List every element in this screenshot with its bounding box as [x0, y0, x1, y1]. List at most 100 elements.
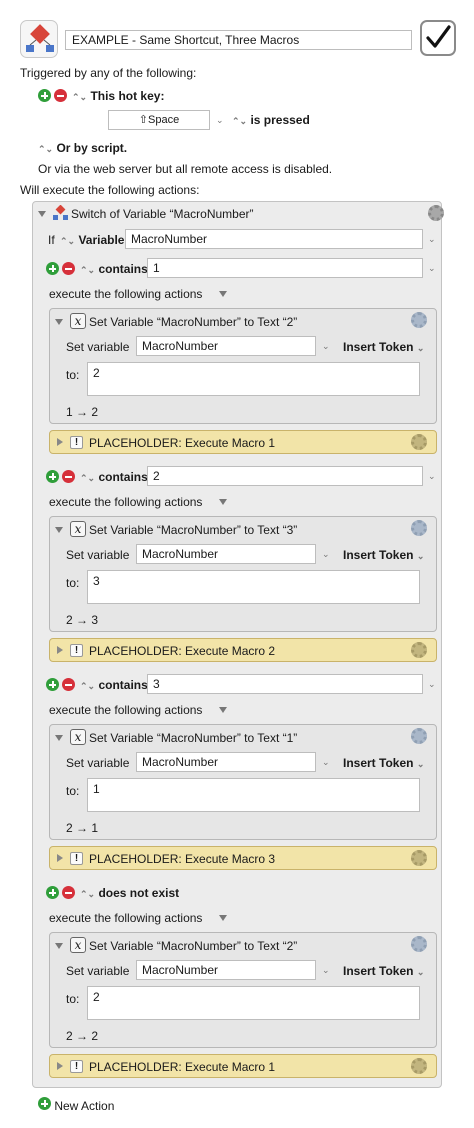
collapse-triangle-icon[interactable] [219, 499, 227, 505]
variable-icon: 𝑥 [70, 521, 86, 537]
add-case-icon[interactable] [46, 262, 59, 275]
expand-triangle-icon[interactable] [57, 438, 63, 446]
chevron-down-icon: ⌄ [416, 551, 425, 561]
warning-icon: ! [70, 852, 83, 865]
set-variable-field[interactable]: MacroNumber [136, 544, 316, 564]
expand-triangle-icon[interactable] [57, 1062, 63, 1070]
to-text-area[interactable]: 2 [87, 362, 420, 396]
case-value-field[interactable]: 2 [147, 466, 423, 486]
variable-dropdown-icon[interactable]: ⌄ [322, 341, 330, 352]
hotkey-field[interactable]: ⇧Space [108, 110, 210, 130]
stepper-icon: ⌃⌄ [80, 473, 96, 483]
variable-dropdown-icon[interactable]: ⌄ [322, 549, 330, 560]
stepper-icon: ⌃⌄ [80, 889, 96, 899]
case-value-field[interactable]: 1 [147, 258, 423, 278]
plus-icon [38, 1097, 51, 1110]
case-condition-select[interactable]: ⌃⌄ contains [80, 262, 148, 277]
stepper-icon: ⌃⌄ [232, 116, 248, 126]
set-variable-field[interactable]: MacroNumber [136, 960, 316, 980]
collapse-triangle-icon[interactable] [219, 707, 227, 713]
execute-label: execute the following actions [49, 287, 203, 301]
case-add-remove [46, 886, 76, 902]
remove-case-icon[interactable] [62, 262, 76, 275]
variable-dropdown-icon[interactable]: ⌄ [428, 234, 436, 245]
set-variable-label: Set variable [66, 756, 130, 770]
collapse-triangle-icon[interactable] [55, 319, 63, 325]
collapse-triangle-icon[interactable] [219, 291, 227, 297]
remove-case-icon[interactable] [62, 678, 76, 691]
collapse-triangle-icon[interactable] [38, 211, 46, 217]
execute-label: execute the following actions [49, 911, 203, 925]
enable-checkbox[interactable] [420, 20, 456, 56]
add-trigger-icon[interactable] [38, 89, 51, 102]
to-text-area[interactable]: 2 [87, 986, 420, 1020]
collapse-triangle-icon[interactable] [219, 915, 227, 921]
to-label: to: [66, 784, 80, 798]
case-value-field[interactable]: 3 [147, 674, 423, 694]
set-variable-field[interactable]: MacroNumber [136, 336, 316, 356]
variable-dropdown-icon[interactable]: ⌄ [322, 965, 330, 976]
insert-token-menu[interactable]: Insert Token ⌄ [343, 756, 424, 771]
collapse-triangle-icon[interactable] [55, 527, 63, 533]
remove-trigger-icon[interactable] [54, 89, 68, 102]
set-variable-label: Set variable [66, 964, 130, 978]
web-server-note: Or via the web server but all remote acc… [38, 162, 333, 176]
collapse-triangle-icon[interactable] [55, 943, 63, 949]
case-condition-select[interactable]: ⌃⌄ contains [80, 470, 148, 485]
remove-case-icon[interactable] [62, 470, 76, 483]
add-case-icon[interactable] [46, 886, 59, 899]
switch-source-select[interactable]: ⌃⌄ Variable [60, 233, 124, 248]
case-condition-select[interactable]: ⌃⌄ contains [80, 678, 148, 693]
switch-variable-field[interactable]: MacroNumber [125, 229, 423, 249]
remove-case-icon[interactable] [62, 886, 76, 899]
stepper-icon: ⌃⌄ [60, 236, 76, 246]
case-condition-select[interactable]: ⌃⌄ does not exist [80, 886, 179, 901]
hotkey-trigger-label[interactable]: ⌃⌄ This hot key: [72, 89, 164, 104]
insert-token-menu[interactable]: Insert Token ⌄ [343, 548, 424, 563]
hotkey-dropdown-icon[interactable]: ⌄ [216, 115, 224, 126]
expand-triangle-icon[interactable] [57, 646, 63, 654]
script-trigger-label[interactable]: ⌃⌄ Or by script. [38, 141, 127, 156]
expand-triangle-icon[interactable] [57, 854, 63, 862]
macro-name-field[interactable]: EXAMPLE - Same Shortcut, Three Macros [65, 30, 412, 50]
set-variable-field[interactable]: MacroNumber [136, 752, 316, 772]
gear-icon[interactable] [411, 728, 427, 744]
gear-icon[interactable] [411, 520, 427, 536]
hotkey-state-select[interactable]: ⌃⌄ is pressed [232, 113, 310, 128]
gear-icon[interactable] [411, 312, 427, 328]
gear-icon[interactable] [428, 205, 444, 221]
case-dropdown-icon[interactable]: ⌄ [428, 679, 436, 690]
stepper-icon: ⌃⌄ [72, 92, 88, 102]
value-preview: 2 → 1 [66, 821, 99, 835]
if-label: If [48, 233, 55, 247]
collapse-triangle-icon[interactable] [55, 735, 63, 741]
to-label: to: [66, 576, 80, 590]
case-dropdown-icon[interactable]: ⌄ [428, 263, 436, 274]
to-text-area[interactable]: 1 [87, 778, 420, 812]
insert-token-menu[interactable]: Insert Token ⌄ [343, 340, 424, 355]
gear-icon[interactable] [411, 434, 427, 450]
to-label: to: [66, 368, 80, 382]
add-case-icon[interactable] [46, 470, 59, 483]
to-label: to: [66, 992, 80, 1006]
variable-icon: 𝑥 [70, 729, 86, 745]
stepper-icon: ⌃⌄ [80, 681, 96, 691]
add-case-icon[interactable] [46, 678, 59, 691]
case-add-remove [46, 470, 76, 486]
to-text-area[interactable]: 3 [87, 570, 420, 604]
variable-dropdown-icon[interactable]: ⌄ [322, 757, 330, 768]
placeholder-title: PLACEHOLDER: Execute Macro 1 [89, 436, 276, 450]
set-variable-title: Set Variable “MacroNumber” to Text “2” [89, 939, 298, 953]
gear-icon[interactable] [411, 936, 427, 952]
variable-icon: 𝑥 [70, 313, 86, 329]
switch-icon [52, 204, 69, 225]
case-dropdown-icon[interactable]: ⌄ [428, 471, 436, 482]
new-action-button[interactable]: New Action [38, 1097, 114, 1113]
stepper-icon: ⌃⌄ [80, 265, 96, 275]
value-preview: 2 → 3 [66, 613, 99, 627]
gear-icon[interactable] [411, 1058, 427, 1074]
trigger-add-remove [38, 89, 68, 105]
insert-token-menu[interactable]: Insert Token ⌄ [343, 964, 424, 979]
gear-icon[interactable] [411, 642, 427, 658]
gear-icon[interactable] [411, 850, 427, 866]
